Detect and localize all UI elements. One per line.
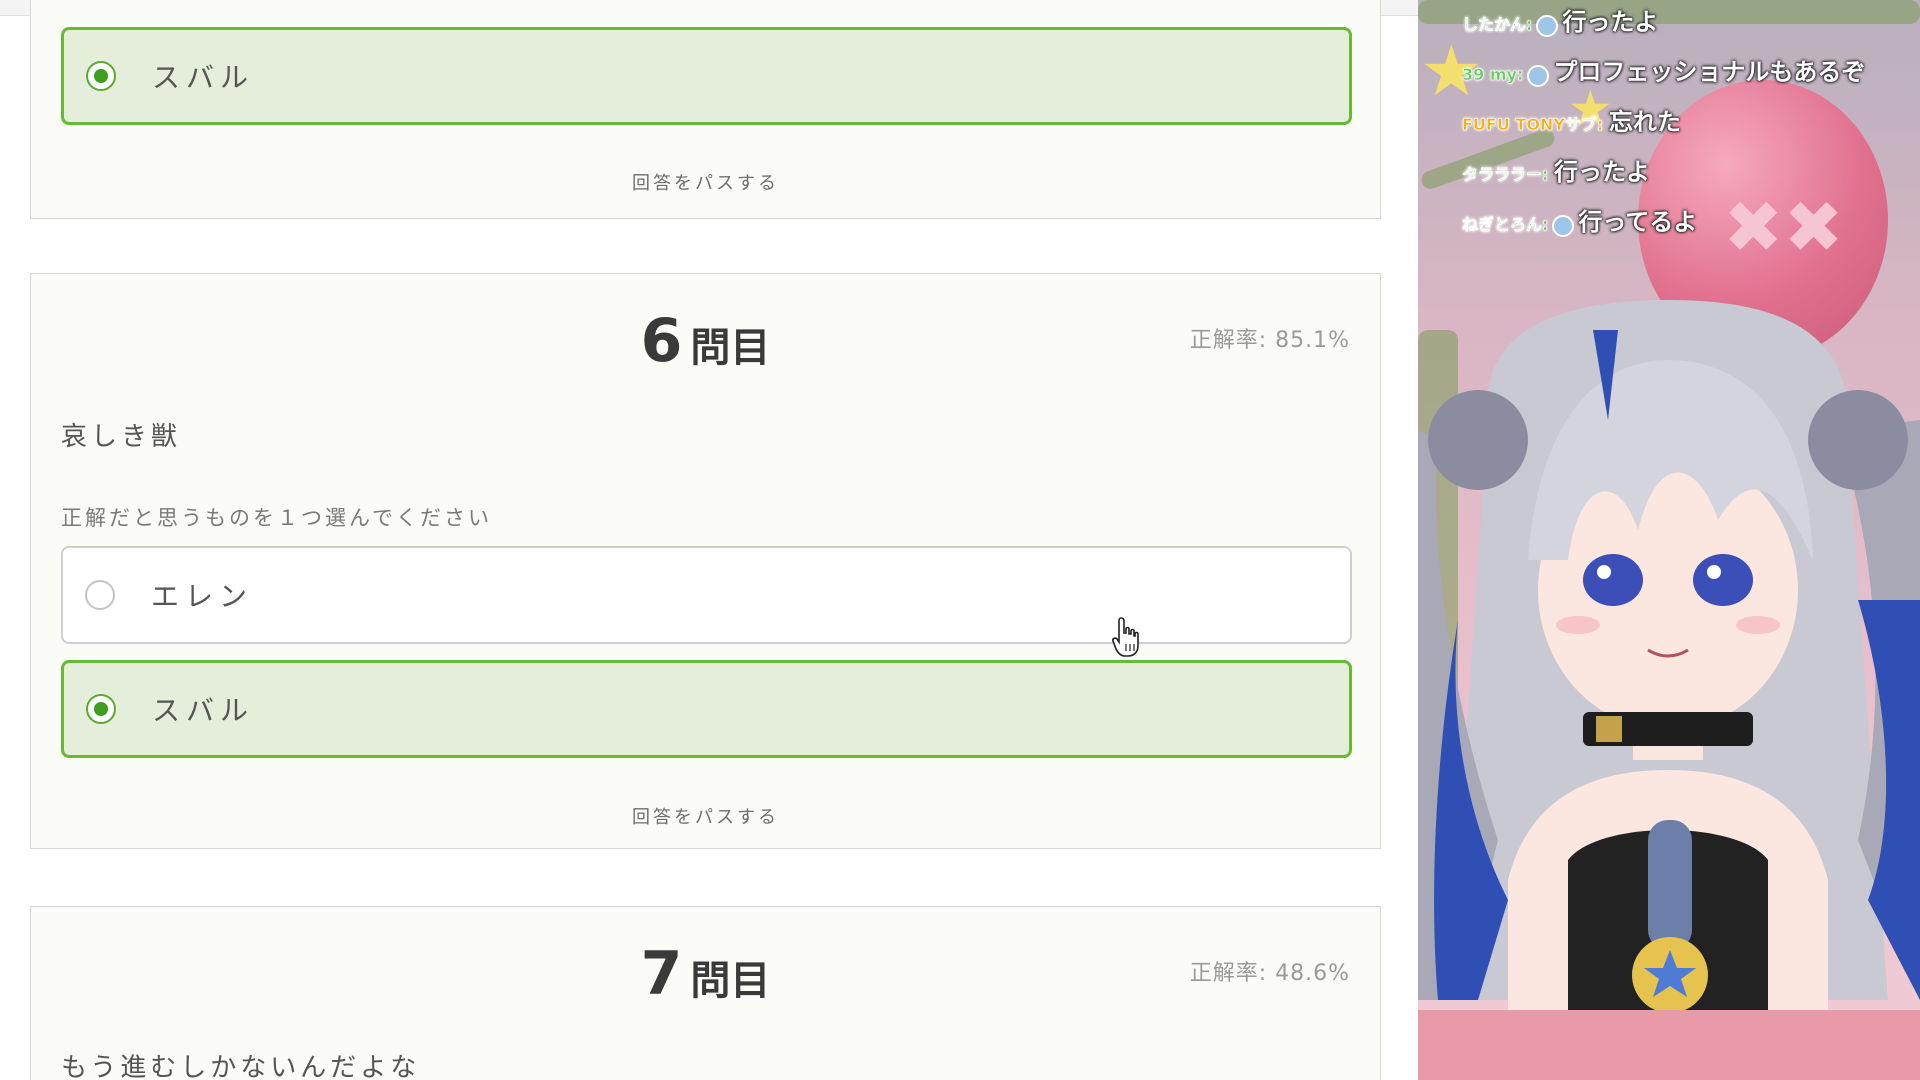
chat-text: 行ってるよ [1578, 208, 1698, 236]
accuracy-rate: 正解率: 48.6% [1189, 961, 1350, 986]
chat-text: プロフェッショナルもあるぞ [1553, 58, 1866, 86]
accuracy-rate: 正解率: 85.1% [1189, 328, 1350, 353]
chat-text: 忘れた [1608, 108, 1681, 136]
instruction-text: 正解だと思うものを１つ選んでください [61, 506, 492, 530]
chat-message: 39 my: プロフェッショナルもあるぞ [1462, 52, 1865, 87]
chat-username: ねぎとろん: [1462, 215, 1549, 235]
hand-cursor-icon [1112, 617, 1139, 657]
question-number: 7 [640, 939, 683, 1009]
chat-message: ねぎとろん: 行ってるよ [1462, 202, 1697, 237]
radio-selected-icon[interactable] [86, 61, 116, 91]
question-heading: 7 問目 [31, 939, 1380, 1009]
chat-avatar-icon [1536, 14, 1559, 37]
option-label: スバル [152, 61, 255, 94]
chat-avatar-icon [1552, 214, 1575, 237]
option-subaru[interactable]: スバル [61, 660, 1352, 758]
option-label: エレン [151, 580, 254, 613]
chat-message: タラララー: 行ったよ [1462, 152, 1650, 187]
desk-decoration [1418, 1010, 1920, 1080]
chat-username: FUFU TONYサブ: [1462, 115, 1604, 135]
chat-message: したかん: 行ったよ [1462, 2, 1658, 37]
chat-message: FUFU TONYサブ: 忘れた [1462, 102, 1681, 137]
quiz-page: スバル 回答をパスする 6 問目 正解率: 85.1% 哀しき獣 正解だと思うもの… [0, 0, 1418, 1080]
question-card-7: 7 問目 正解率: 48.6% もう進むしかないんだよな [30, 906, 1381, 1080]
chat-text: 行ったよ [1562, 8, 1659, 36]
chat-username: 39 my: [1462, 65, 1524, 85]
radio-empty-icon[interactable] [85, 580, 115, 610]
skip-answer-link[interactable]: 回答をパスする [31, 803, 1380, 829]
question-text: もう進むしかないんだよな [61, 1053, 421, 1080]
chat-text: 行ったよ [1553, 158, 1650, 186]
skip-answer-link[interactable]: 回答をパスする [31, 169, 1380, 195]
option-eren[interactable]: エレン [61, 546, 1352, 644]
question-card-5: スバル 回答をパスする [30, 0, 1381, 219]
radio-selected-icon[interactable] [86, 694, 116, 724]
question-suffix: 問目 [690, 325, 771, 371]
chat-username: タラララー: [1462, 165, 1549, 185]
stream-overlay: ✖✖ ★ ★ したかん: 行ったよ 39 my: プロフェッショナルもあるぞ F… [1418, 0, 1920, 1080]
option-subaru-prev[interactable]: スバル [61, 27, 1352, 125]
question-text: 哀しき獣 [61, 422, 182, 452]
chat-username: したかん: [1462, 15, 1533, 35]
question-number: 6 [640, 306, 683, 376]
option-label: スバル [152, 694, 255, 727]
question-heading: 6 問目 [31, 306, 1380, 376]
chat-avatar-icon [1527, 64, 1550, 87]
question-suffix: 問目 [690, 958, 771, 1004]
question-card-6: 6 問目 正解率: 85.1% 哀しき獣 正解だと思うものを１つ選んでください エ… [30, 273, 1381, 849]
